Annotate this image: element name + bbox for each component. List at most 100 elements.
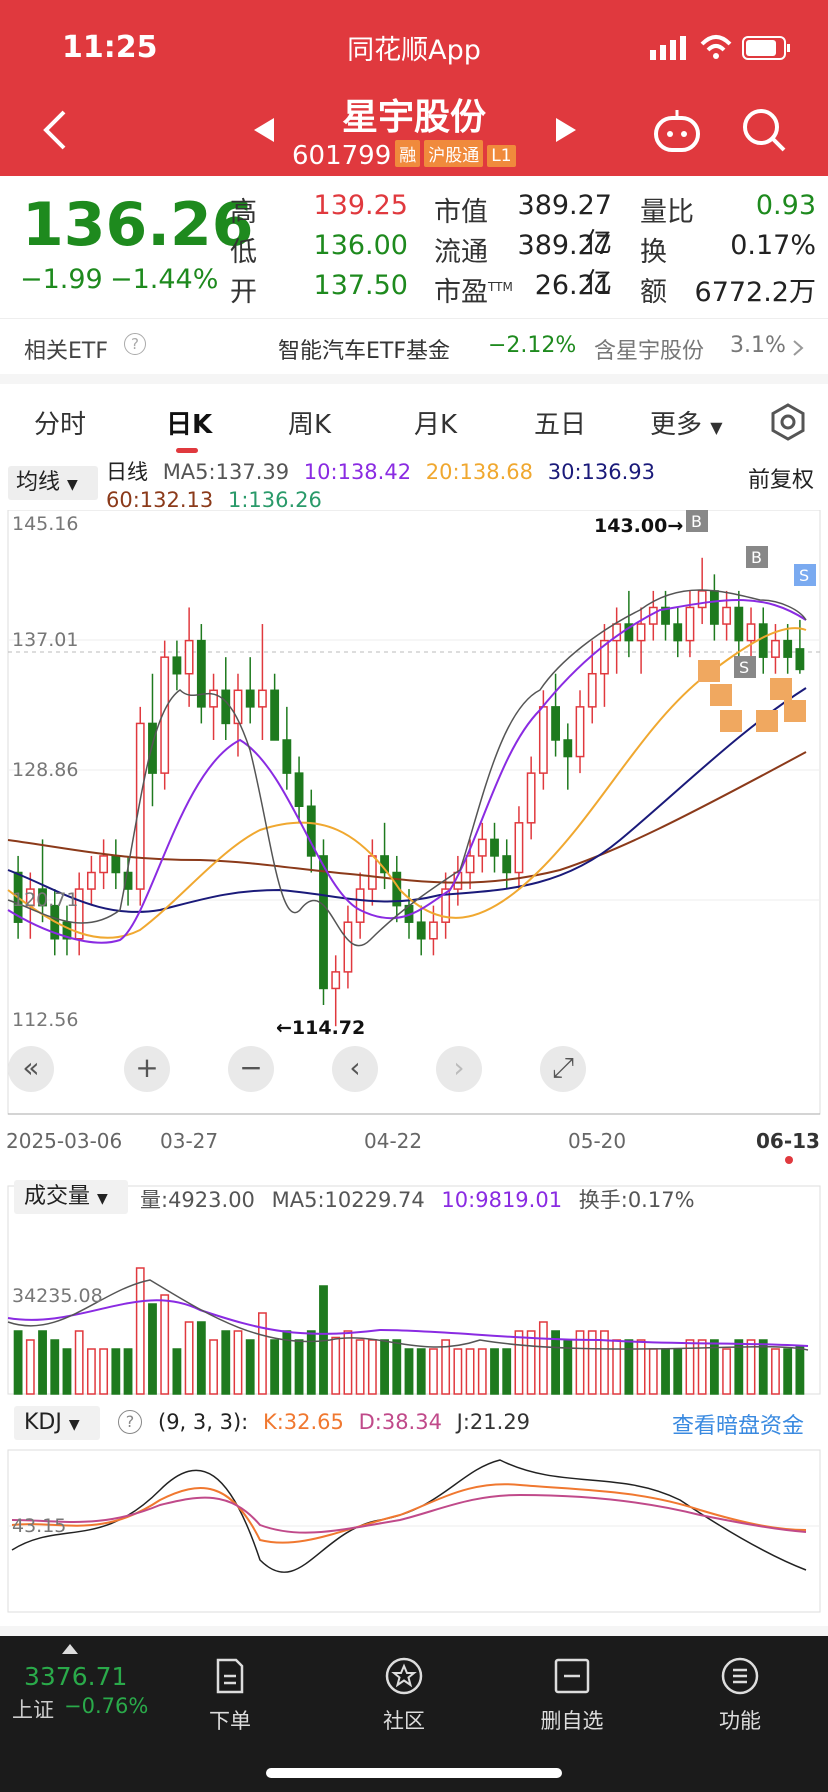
- volume-bar: [355, 1339, 365, 1395]
- volume-bar: [209, 1339, 218, 1395]
- ma10-value: 10:138.42: [303, 460, 412, 484]
- kdj-selector[interactable]: KDJ ▼: [14, 1406, 100, 1440]
- candle: [795, 648, 805, 671]
- nav-remove-watchlist[interactable]: 删自选: [522, 1646, 622, 1735]
- prev-stock-icon[interactable]: [252, 116, 276, 144]
- nav-functions[interactable]: 功能: [690, 1646, 790, 1735]
- volume-bar: [636, 1339, 646, 1395]
- t-signal-badge[interactable]: [698, 660, 720, 682]
- chart-area: 均线 ▼ 日线 MA5:137.39 10:138.42 20:138.68 3…: [0, 458, 828, 1626]
- candles-group: [13, 557, 805, 1027]
- volume-ratio-value: 0.93: [755, 190, 816, 221]
- candle: [477, 838, 487, 857]
- zoom-out-icon[interactable]: −: [228, 1046, 274, 1092]
- app-header: 11:25 同花顺App 星宇股份 601799 融沪股通 L1: [0, 0, 828, 176]
- candle: [209, 689, 218, 708]
- turnover-label: 换: [640, 237, 667, 268]
- settings-icon[interactable]: [768, 402, 808, 442]
- y-label: 137.01: [12, 629, 78, 651]
- dark-pool-link[interactable]: 查看暗盘资金: [672, 1408, 804, 1440]
- volume-selector[interactable]: 成交量 ▼: [14, 1180, 128, 1214]
- volume-bar: [734, 1339, 744, 1395]
- volume-bar: [367, 1339, 377, 1395]
- volume-bar: [331, 1336, 341, 1395]
- sell-signal-badge-text: S: [739, 658, 749, 677]
- kdj-legend: (9, 3, 3): K:32.65 D:38.34 J:21.29: [158, 1410, 530, 1434]
- candle: [673, 623, 683, 642]
- y-label: 128.86: [12, 759, 78, 781]
- tab-weekly-k[interactable]: 周K: [288, 404, 331, 441]
- t-signal-badge[interactable]: [720, 710, 742, 732]
- tag-level: L1: [487, 145, 516, 167]
- volume-bar: [160, 1294, 170, 1395]
- volume-bar: [343, 1330, 353, 1395]
- last-price: 136.26: [22, 190, 254, 260]
- zoom-in-icon[interactable]: +: [124, 1046, 170, 1092]
- volume-bar: [661, 1348, 670, 1395]
- help-icon[interactable]: ?: [118, 1410, 142, 1434]
- tab-active-indicator: [176, 448, 198, 453]
- t-signal-badge[interactable]: [770, 678, 792, 700]
- volume-ratio-label: 量比: [640, 197, 694, 228]
- candle: [221, 689, 231, 725]
- candle: [258, 689, 267, 708]
- tab-five-day[interactable]: 五日: [534, 404, 586, 441]
- adjust-mode[interactable]: 前复权: [748, 462, 814, 494]
- mcap-label: 市值: [434, 197, 488, 228]
- volume-bar: [441, 1339, 451, 1395]
- next-stock-icon[interactable]: [554, 116, 578, 144]
- tab-intraday[interactable]: 分时: [34, 404, 86, 441]
- ma-selector-label: 均线: [16, 470, 61, 495]
- candle: [758, 623, 768, 658]
- tab-daily-k[interactable]: 日K: [166, 404, 212, 441]
- candle: [734, 606, 744, 642]
- open-value: 137.50: [313, 270, 408, 301]
- scroll-back-icon[interactable]: «: [8, 1046, 54, 1092]
- move-left-icon[interactable]: ‹: [332, 1046, 378, 1092]
- ma-legend: 日线 MA5:137.39 10:138.42 20:138.68 30:136…: [106, 458, 726, 514]
- candle: [490, 838, 499, 857]
- volume-bar: [404, 1348, 414, 1395]
- candle: [86, 871, 96, 890]
- volume-bar: [221, 1330, 231, 1395]
- candle: [367, 855, 377, 890]
- t-signal-badge[interactable]: [784, 700, 806, 722]
- t-signal-badge[interactable]: [756, 710, 778, 732]
- nav-remove-watchlist-label: 删自选: [540, 1709, 604, 1733]
- candle: [135, 722, 145, 890]
- ma-selector[interactable]: 均线 ▼: [8, 466, 98, 500]
- ma1-value: 1:136.26: [227, 488, 322, 512]
- volume-bar: [111, 1348, 121, 1395]
- help-icon[interactable]: ?: [124, 333, 146, 355]
- nav-order[interactable]: 下单: [180, 1646, 280, 1735]
- bottom-bar: 3376.71 上证 −0.76% 下单 社区 删自选 功能: [0, 1636, 828, 1792]
- tag-margin: 融: [395, 140, 421, 167]
- kdj-k: K:32.65: [262, 1410, 344, 1434]
- ma5-value: MA5:137.39: [162, 460, 290, 484]
- amount-label: 额: [640, 277, 667, 308]
- move-right-icon[interactable]: ›: [436, 1046, 482, 1092]
- t-signal-badge[interactable]: [710, 684, 732, 706]
- nav-order-label: 下单: [209, 1709, 251, 1733]
- tab-monthly-k[interactable]: 月K: [414, 404, 457, 441]
- tab-more[interactable]: 更多 ▼: [650, 404, 723, 441]
- price-change-pct: −1.44%: [110, 264, 219, 295]
- low-label: 低: [230, 237, 257, 268]
- index-value[interactable]: 3376.71: [24, 1662, 127, 1691]
- nav-functions-label: 功能: [719, 1709, 761, 1733]
- caret-down-icon: ▼: [67, 477, 78, 493]
- etf-change: −2.12%: [488, 333, 577, 358]
- candle: [709, 590, 719, 625]
- price-change: −1.99: [20, 264, 103, 295]
- signal-icon: [650, 36, 686, 60]
- wifi-icon: [700, 35, 732, 59]
- today-marker: [785, 1156, 793, 1164]
- search-icon[interactable]: [740, 106, 788, 154]
- robot-icon[interactable]: [652, 106, 702, 154]
- candle: [746, 623, 756, 642]
- candle: [99, 855, 109, 874]
- fullscreen-icon[interactable]: ⤢: [540, 1046, 586, 1092]
- etf-bar[interactable]: 相关ETF ? 智能汽车ETF基金 −2.12% 含星宇股份 3.1%: [0, 318, 828, 374]
- nav-community[interactable]: 社区: [354, 1646, 454, 1735]
- x-label: 04-22: [364, 1129, 422, 1153]
